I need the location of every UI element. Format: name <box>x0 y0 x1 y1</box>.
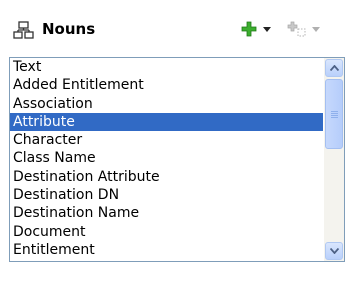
panel-header: Nouns <box>0 0 349 54</box>
list-item[interactable]: Character <box>10 131 323 149</box>
insert-button[interactable] <box>286 18 308 40</box>
chevron-up-icon <box>329 65 339 71</box>
insert-dropdown-button[interactable] <box>309 18 323 40</box>
nouns-list[interactable]: Text Added Entitlement Association Attribut… <box>9 57 345 262</box>
list-item[interactable]: Text <box>10 58 323 76</box>
list-item[interactable]: Destination Attribute <box>10 168 323 186</box>
scroll-up-button[interactable] <box>325 59 343 77</box>
chevron-down-icon <box>329 248 339 254</box>
list-item[interactable]: Destination DN <box>10 186 323 204</box>
scroll-down-button[interactable] <box>325 242 343 260</box>
list-item[interactable]: Destination Name <box>10 204 323 222</box>
list-item[interactable]: Association <box>10 95 323 113</box>
dropdown-arrow-icon <box>263 26 271 32</box>
vertical-scrollbar[interactable] <box>324 58 344 261</box>
list-item[interactable]: Entitlement <box>10 241 323 259</box>
insert-plus-icon <box>287 21 306 37</box>
list-item[interactable]: Attribute <box>10 112 323 132</box>
list-item[interactable]: Added Entitlement <box>10 76 323 94</box>
nouns-panel: Nouns Text Added Entitlement Association At… <box>0 0 349 284</box>
hierarchy-icon <box>13 21 35 39</box>
grip-line <box>331 111 338 112</box>
add-button[interactable] <box>239 18 259 40</box>
dropdown-arrow-icon <box>312 26 320 32</box>
scroll-thumb[interactable] <box>325 79 343 149</box>
grip-line <box>331 113 338 114</box>
plus-icon <box>241 21 257 37</box>
grip-line <box>331 117 338 118</box>
grip-line <box>331 115 338 116</box>
list-items: Text Added Entitlement Association Attribut… <box>10 58 323 261</box>
add-dropdown-button[interactable] <box>260 18 274 40</box>
list-item[interactable]: Document <box>10 223 323 241</box>
panel-title: Nouns <box>42 20 96 38</box>
list-item[interactable]: Class Name <box>10 149 323 167</box>
